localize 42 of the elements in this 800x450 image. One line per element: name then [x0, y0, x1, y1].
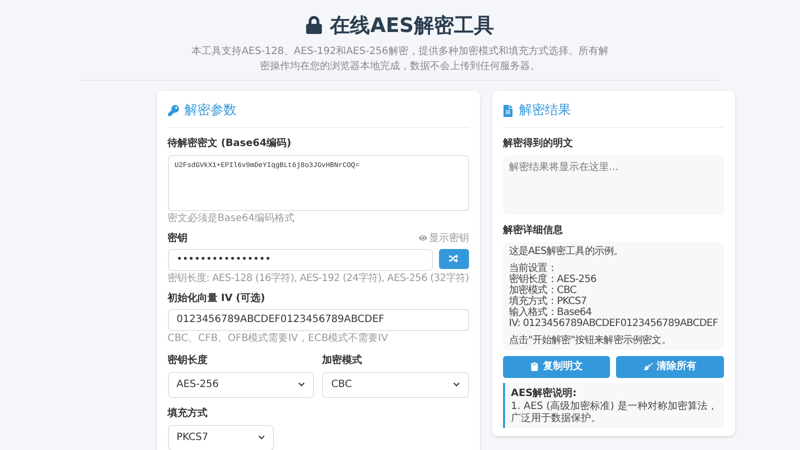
- clipboard-icon: [530, 362, 540, 371]
- chevron-icon: [258, 434, 264, 441]
- panel-title: 解密参数: [184, 102, 236, 120]
- broom-icon: [644, 362, 653, 371]
- page-description: 本工具支持AES-128、AES-192和AES-256解密，提供多种加密模式和填充方式选择。所有解密操作均在您的浏览器本地完成，数据不会上传到任何服务器。: [190, 44, 610, 74]
- details-line: 密钥长度：AES-256: [508, 274, 598, 284]
- hint-text: 密钥长度: AES-128 (16字符), AES-192 (24字符), AES-256 (32字符): [168, 272, 469, 284]
- shuffle-icon: [449, 254, 458, 263]
- field-label: 解密详细信息: [502, 223, 564, 238]
- select-field[interactable]: CBC: [322, 372, 469, 398]
- field-label: 解密得到的明文: [502, 136, 574, 150]
- details-line: 输入格式：Base64: [508, 306, 593, 318]
- plaintext-output-field[interactable]: 解密结果将显示在这里...: [502, 154, 724, 214]
- chevron-icon: [298, 381, 306, 388]
- details-line: 这是AES解密工具的示例。: [508, 246, 624, 256]
- field-label: 待解密密文 (Base64编码): [168, 136, 292, 150]
- iv-field[interactable]: 0123456789ABCDEF0123456789ABCDEF: [168, 308, 469, 330]
- note-title: AES解密说明:: [510, 386, 578, 400]
- note-item: 1. AES (高级加密标准) 是一种对称加密算法，广泛用于数据保护。: [510, 400, 718, 424]
- lock-icon: [306, 16, 322, 34]
- field-label: 密钥长度: [168, 353, 208, 368]
- details-line: IV: 0123456789ABCDEF0123456789ABCDEF: [508, 318, 718, 328]
- select-field[interactable]: PKCS7: [168, 424, 274, 450]
- key-field[interactable]: ••••••••••••••••: [168, 248, 433, 270]
- details-line: 当前设置：: [508, 262, 558, 274]
- eye-icon: [418, 234, 427, 242]
- random-key-button[interactable]: [438, 248, 469, 268]
- field-label: 加密模式: [322, 354, 364, 368]
- chevron-icon: [452, 381, 460, 388]
- details-line: 填充方式：PKCS7: [508, 296, 588, 306]
- field-label: 初始化向量 IV (可选): [168, 291, 266, 306]
- key-icon: [168, 105, 178, 116]
- hint-text: 密文必须是Base64编码格式: [168, 212, 296, 224]
- page-title: 在线AES解密工具: [330, 12, 494, 38]
- details-line: 点击"开始解密"按钮来解密示例密文。: [508, 334, 672, 346]
- field-label: 密钥: [168, 232, 188, 246]
- details-line: 加密模式：CBC: [508, 284, 578, 296]
- document-icon: [502, 104, 513, 117]
- field-label: 填充方式: [168, 406, 208, 420]
- hint-text: CBC、CFB、OFB模式需要IV，ECB模式不需要IV: [168, 332, 389, 344]
- select-field[interactable]: AES-256: [168, 372, 314, 398]
- panel-title: 解密结果: [518, 102, 571, 120]
